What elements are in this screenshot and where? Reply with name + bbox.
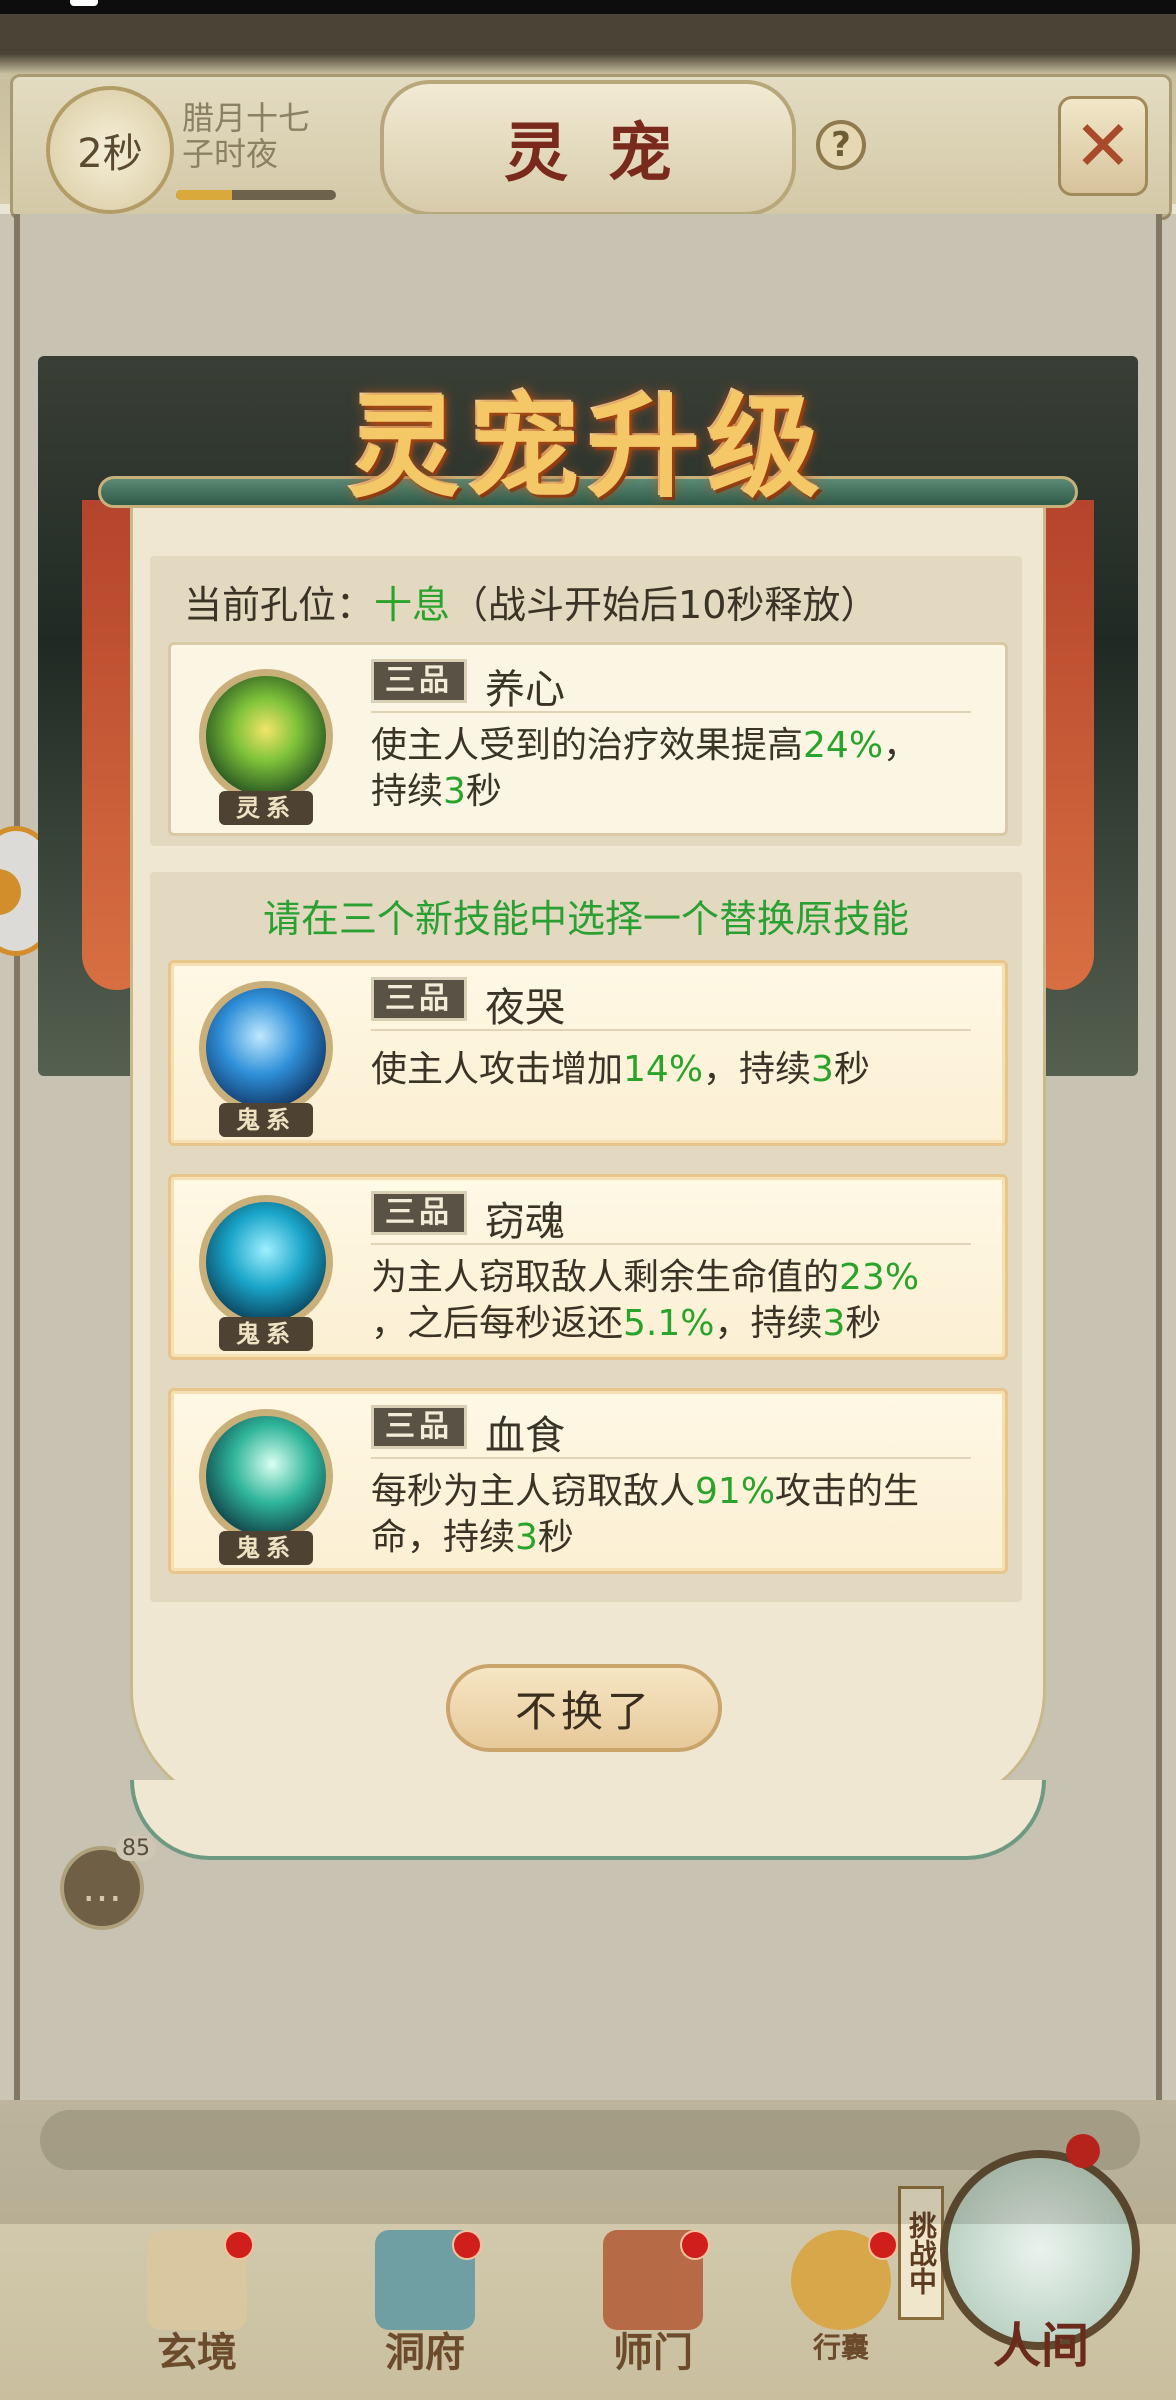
help-icon[interactable]: ? (816, 120, 866, 170)
desc-text: 每秒为主人窃取敌人 (371, 1471, 696, 1512)
skill-name: 夜哭 (485, 985, 565, 1031)
nav-item-shimen[interactable]: 师门 (578, 2210, 728, 2376)
nav-label: 洞府 (385, 2329, 465, 2376)
desc-value: 14% (623, 1049, 704, 1090)
skill-option-qiehun[interactable]: 鬼系 三品 窃魂 为主人窃取敌人剩余生命值的23% ，之后每秒返还5.1%，持续3… (168, 1174, 1008, 1360)
skill-divider (371, 711, 971, 713)
desc-value: 3 (811, 1049, 834, 1090)
time-progress-fill (176, 190, 232, 200)
calendar-date: 腊月十七 (182, 99, 311, 137)
countdown-timer: 2秒 (46, 86, 174, 214)
skill-element-badge: 灵系 (219, 791, 313, 825)
desc-text: 为主人窃取敌人剩余生命值的 (371, 1257, 840, 1298)
modal-title: 灵宠升级 (348, 382, 828, 513)
desc-text: 秒 (833, 1049, 870, 1090)
desc-text: 持续 (371, 771, 444, 812)
desc-text: 使主人受到的治疗效果提高 (371, 725, 804, 766)
current-slot-note: （战斗开始后10秒释放） (450, 583, 879, 627)
skill-description: 使主人受到的治疗效果提高24%， 持续3秒 (371, 723, 971, 815)
nav-item-xingnang[interactable]: 行囊 (766, 2210, 916, 2364)
skill-description: 使主人攻击增加14%，持续3秒 (371, 1047, 971, 1093)
page-title: 灵宠 (504, 116, 712, 191)
panel-bottom-scroll (130, 1780, 1046, 1860)
status-indicator (70, 0, 98, 6)
desc-value: 91% (695, 1471, 776, 1512)
skill-divider (371, 1457, 971, 1459)
desc-text: 使主人攻击增加 (371, 1049, 624, 1090)
nav-item-xuanjing[interactable]: 玄境 (122, 2210, 272, 2376)
skill-name: 血食 (485, 1413, 565, 1459)
skill-element-badge: 鬼系 (219, 1531, 313, 1565)
current-skill-card: 灵系 三品 养心 使主人受到的治疗效果提高24%， 持续3秒 (168, 642, 1008, 836)
notification-dot (680, 2230, 710, 2260)
choose-prompt: 请在三个新技能中选择一个替换原技能 (262, 897, 909, 941)
page-title-plaque: 灵宠 (380, 80, 796, 216)
notification-dot (452, 2230, 482, 2260)
calendar-time: 子时夜 (182, 135, 279, 173)
nav-label: 玄境 (157, 2329, 237, 2376)
skill-divider (371, 1243, 971, 1245)
skill-grade-badge: 三品 (371, 1191, 467, 1235)
skill-divider (371, 1029, 971, 1031)
skill-grade-badge: 三品 (371, 977, 467, 1021)
skill-option-yeku[interactable]: 鬼系 三品 夜哭 使主人攻击增加14%，持续3秒 (168, 960, 1008, 1146)
desc-value: 3 (822, 1303, 846, 1344)
world-label: 人间 (992, 2318, 1089, 2374)
countdown-text: 2秒 (77, 131, 143, 177)
keep-skill-button[interactable]: 不换了 (446, 1664, 722, 1752)
game-calendar: 腊月十七 子时夜 (182, 100, 310, 172)
heart-icon (199, 669, 333, 803)
skill-element-badge: 鬼系 (219, 1317, 313, 1351)
skill-grade-badge: 三品 (371, 1405, 467, 1449)
desc-value: 23% (839, 1257, 920, 1298)
nav-item-dongfu[interactable]: 洞府 (350, 2210, 500, 2376)
skill-element-badge: 鬼系 (219, 1103, 313, 1137)
close-button[interactable]: ✕ (1058, 96, 1148, 196)
soul-steal-icon (199, 1195, 333, 1329)
desc-text: ，持续 (703, 1049, 812, 1090)
current-slot-line: 当前孔位：十息（战斗开始后10秒释放） (184, 574, 878, 629)
desc-text: 秒 (845, 1303, 882, 1344)
skill-name: 窃魂 (485, 1199, 565, 1245)
skill-option-xueshi[interactable]: 鬼系 三品 血食 每秒为主人窃取敌人91%攻击的生命，持续3秒 (168, 1388, 1008, 1574)
close-icon: ✕ (1073, 105, 1133, 187)
desc-value: 5.1% (623, 1303, 715, 1344)
current-slot-label: 当前孔位： (184, 583, 375, 627)
desc-text: ，之后每秒返还 (371, 1303, 624, 1344)
skill-description: 为主人窃取敌人剩余生命值的23% ，之后每秒返还5.1%，持续3秒 (371, 1255, 971, 1347)
keep-skill-label: 不换了 (514, 1686, 653, 1736)
desc-text: ， (883, 725, 920, 766)
desc-text: ，持续 (714, 1303, 823, 1344)
skill-grade-badge: 三品 (371, 659, 467, 703)
nav-label: 师门 (613, 2329, 693, 2376)
desc-text: 秒 (537, 1517, 574, 1558)
help-glyph: ? (831, 125, 851, 165)
desc-text: 秒 (465, 771, 502, 812)
current-slot-name: 十息 (374, 583, 451, 627)
water-drop-icon (199, 981, 333, 1115)
time-progress-bar (176, 190, 336, 200)
skill-name: 养心 (485, 667, 565, 713)
status-bar (0, 0, 1176, 14)
nav-label: 行囊 (812, 2331, 869, 2364)
desc-value: 3 (515, 1517, 538, 1558)
spirit-bird-icon (199, 1409, 333, 1543)
skill-description: 每秒为主人窃取敌人91%攻击的生命，持续3秒 (371, 1469, 971, 1561)
desc-value: 24% (803, 725, 884, 766)
desc-text: 命，持续 (371, 1517, 516, 1558)
desc-text: 攻击的生 (775, 1471, 920, 1512)
notification-dot (224, 2230, 254, 2260)
notification-dot (868, 2230, 898, 2260)
desc-value: 3 (443, 771, 466, 812)
modal-title-wrap: 灵宠升级 (200, 358, 976, 518)
